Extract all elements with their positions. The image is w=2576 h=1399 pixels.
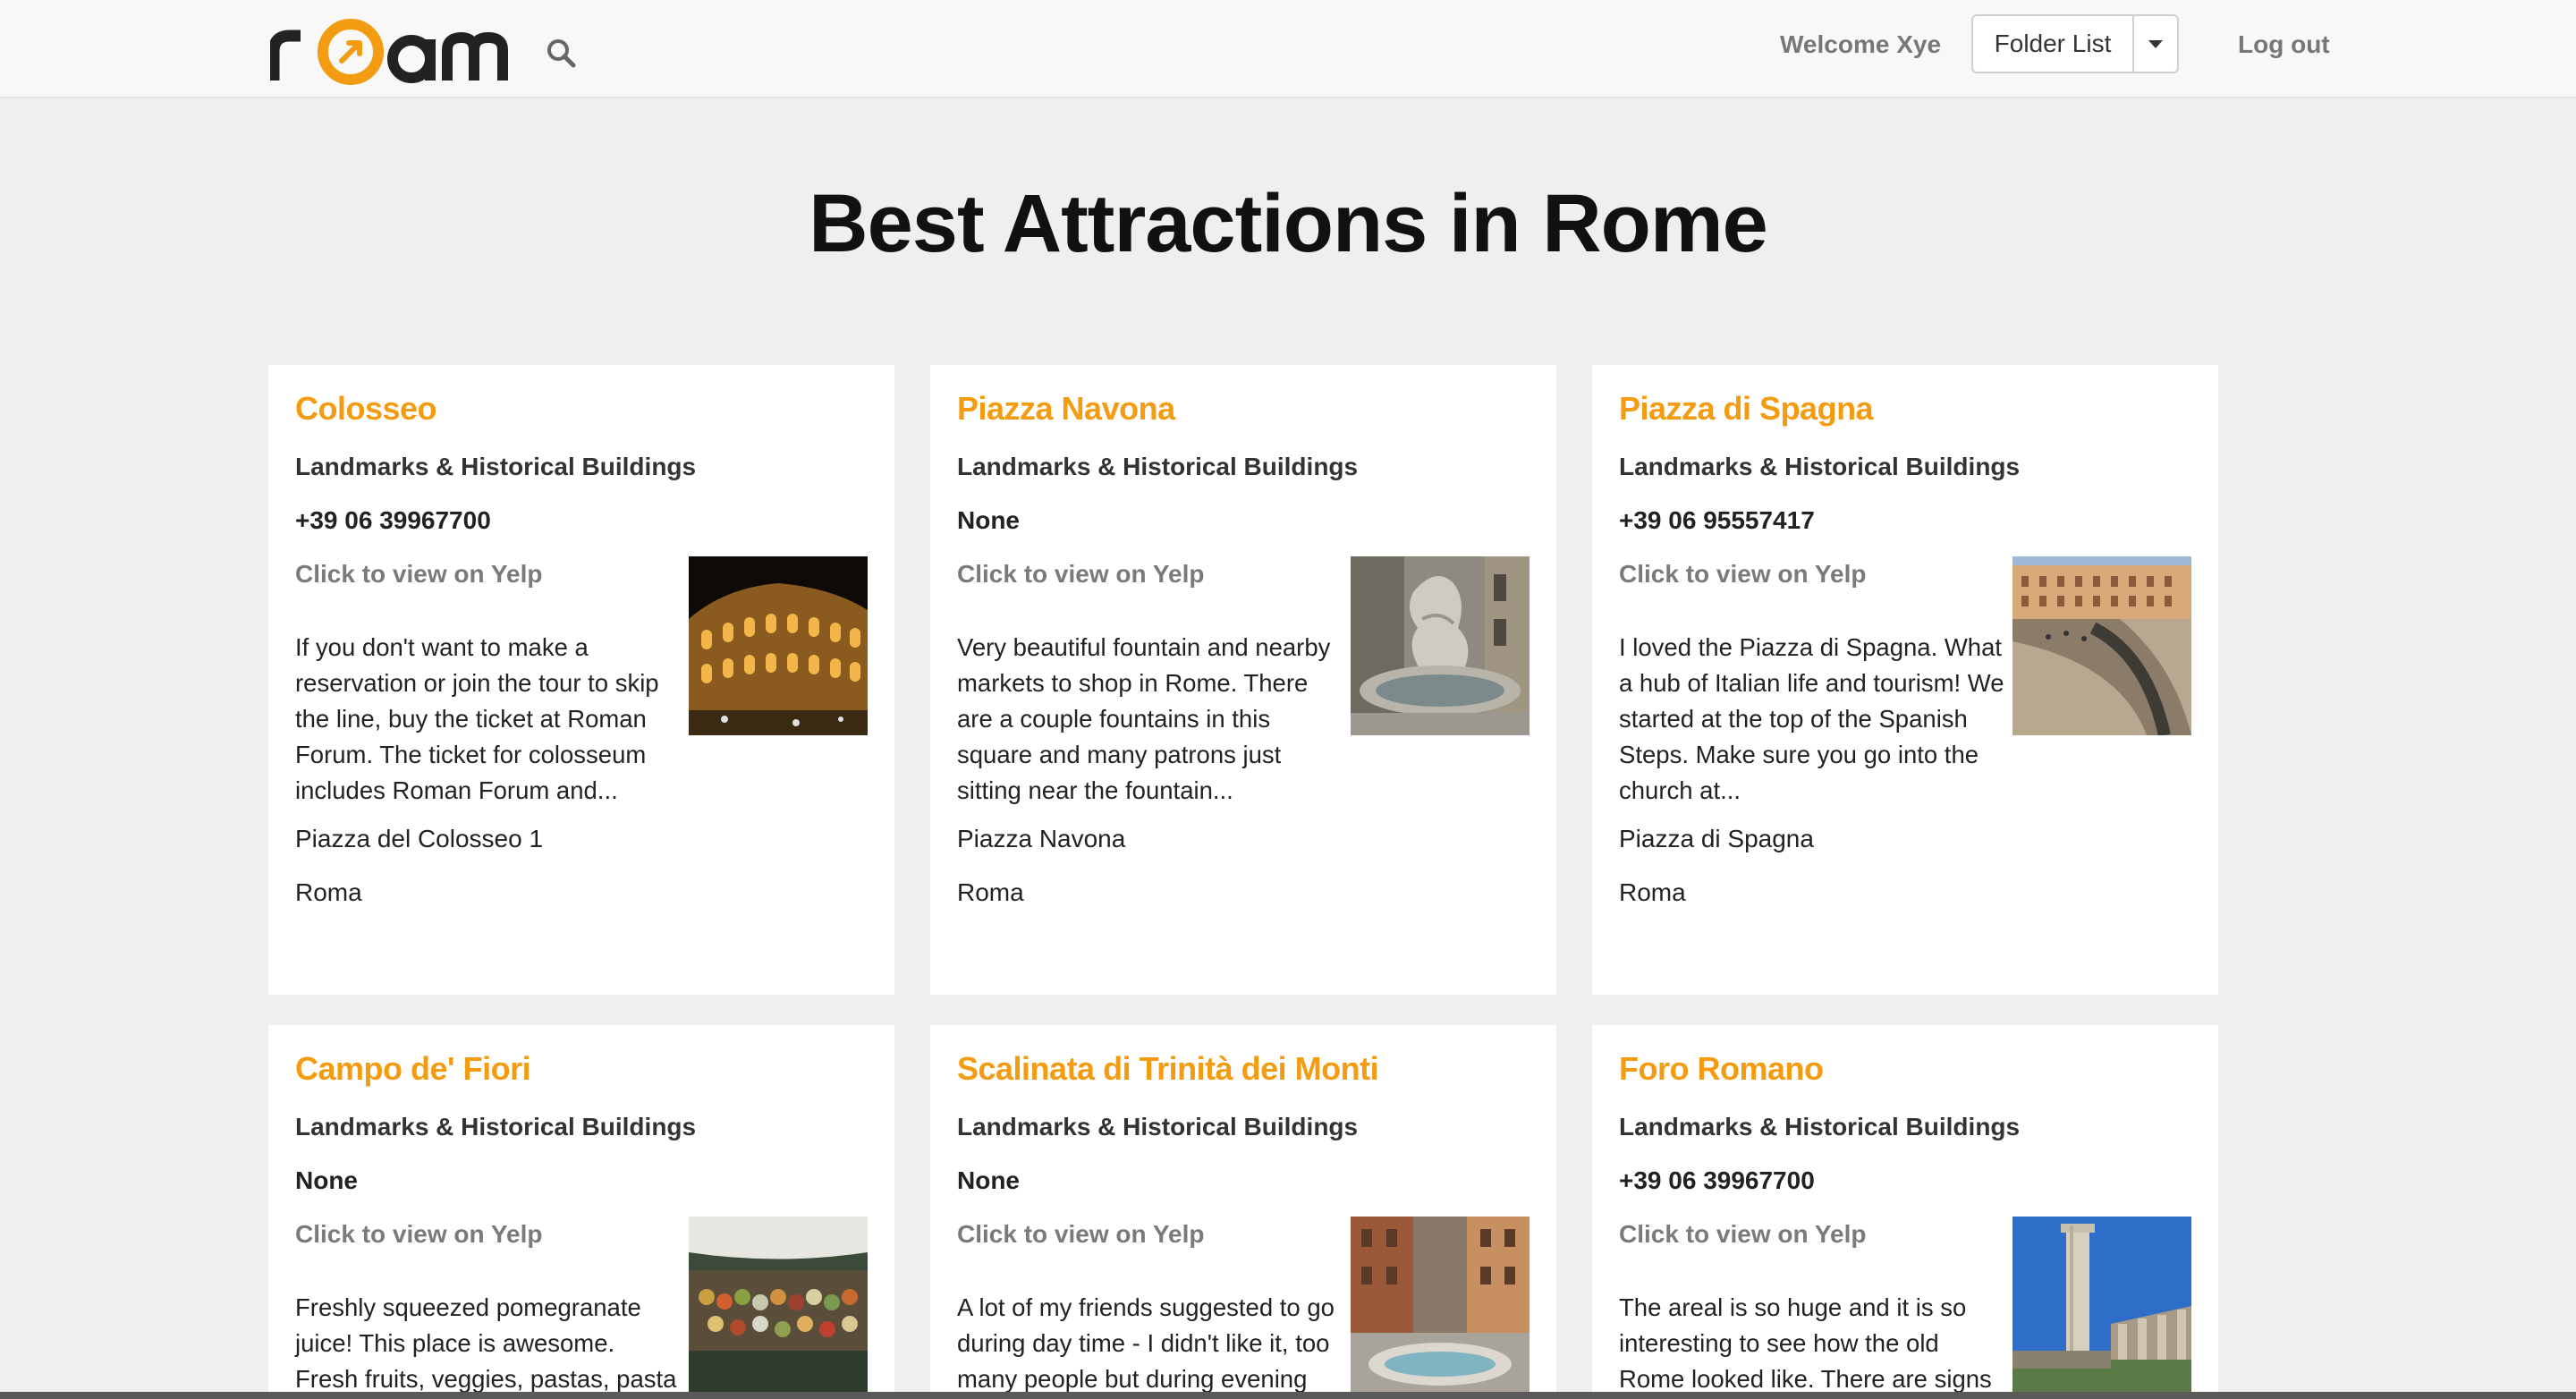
yelp-link[interactable]: Click to view on Yelp: [1619, 560, 1866, 589]
attraction-category: Landmarks & Historical Buildings: [1619, 453, 2021, 480]
attraction-city: Roma: [957, 878, 1024, 906]
ruins-column-photo[interactable]: [2012, 1217, 2191, 1392]
page-title: Best Attractions in Rome: [809, 178, 1768, 269]
attraction-name-link[interactable]: Foro Romano: [1619, 1050, 1824, 1088]
attraction-name-link[interactable]: Colosseo: [295, 390, 437, 428]
yelp-link[interactable]: Click to view on Yelp: [295, 1220, 542, 1249]
welcome-text: Welcome Xye: [1780, 30, 1942, 58]
yelp-link[interactable]: Click to view on Yelp: [295, 560, 542, 589]
attraction-card: Piazza Navona Landmarks & Historical Bui…: [930, 365, 1556, 995]
fountain-statue-photo[interactable]: [1351, 556, 1530, 735]
attraction-name-link[interactable]: Campo de' Fiori: [295, 1050, 531, 1088]
market-stall-photo[interactable]: [689, 1217, 868, 1392]
attraction-card: Piazza di Spagna Landmarks & Historical …: [1592, 365, 2218, 995]
attraction-category: Landmarks & Historical Buildings: [295, 453, 697, 480]
attraction-card: Foro Romano Landmarks & Historical Build…: [1592, 1025, 2218, 1392]
attraction-category: Landmarks & Historical Buildings: [957, 453, 1359, 480]
folder-list-button[interactable]: Folder List: [1973, 16, 2134, 72]
attraction-phone: +39 06 39967700: [295, 506, 491, 534]
attraction-phone: +39 06 39967700: [1619, 1166, 1815, 1194]
attraction-review: A lot of my friends suggested to go duri…: [957, 1293, 1335, 1392]
attraction-name-link[interactable]: Scalinata di Trinità dei Monti: [957, 1050, 1379, 1088]
attraction-card: Colosseo Landmarks & Historical Building…: [268, 365, 894, 995]
attraction-category: Landmarks & Historical Buildings: [295, 1113, 697, 1140]
attraction-city: Roma: [295, 878, 362, 906]
piazza-steps-photo[interactable]: [2012, 556, 2191, 735]
yelp-link[interactable]: Click to view on Yelp: [957, 1220, 1204, 1249]
attraction-phone: None: [957, 1166, 1020, 1194]
attraction-review: Freshly squeezed pomegranate juice! This…: [295, 1293, 677, 1392]
attraction-review: Very beautiful fountain and nearby marke…: [957, 633, 1331, 804]
attraction-review: The areal is so huge and it is so intere…: [1619, 1293, 1992, 1392]
attraction-review: If you don't want to make a reservation …: [295, 633, 659, 804]
logout-link[interactable]: Log out: [2238, 27, 2330, 63]
yelp-link[interactable]: Click to view on Yelp: [1619, 1220, 1866, 1249]
chevron-down-icon: [2148, 39, 2163, 48]
attraction-card: Campo de' Fiori Landmarks & Historical B…: [268, 1025, 894, 1392]
attraction-address: Piazza Navona: [957, 825, 1126, 852]
attraction-category: Landmarks & Historical Buildings: [1619, 1113, 2021, 1140]
attraction-category: Landmarks & Historical Buildings: [957, 1113, 1359, 1140]
window-bottom-edge: [0, 1392, 2576, 1399]
yelp-link[interactable]: Click to view on Yelp: [957, 560, 1204, 589]
attraction-address: Piazza di Spagna: [1619, 825, 1814, 852]
top-navbar: Welcome Xye Folder List Log out: [0, 0, 2576, 98]
attraction-phone: None: [957, 506, 1020, 534]
search-icon[interactable]: [544, 36, 580, 72]
square-fountain-photo[interactable]: [1351, 1217, 1530, 1392]
folder-list-dropdown[interactable]: Folder List: [1971, 14, 2179, 73]
attraction-name-link[interactable]: Piazza di Spagna: [1619, 390, 1874, 428]
attraction-city: Roma: [1619, 878, 1686, 906]
roam-logo[interactable]: [270, 13, 522, 86]
attraction-card: Scalinata di Trinità dei Monti Landmarks…: [930, 1025, 1556, 1392]
attraction-name-link[interactable]: Piazza Navona: [957, 390, 1175, 428]
folder-list-toggle[interactable]: [2134, 16, 2177, 72]
attraction-phone: +39 06 95557417: [1619, 506, 1815, 534]
attraction-review: I loved the Piazza di Spagna. What a hub…: [1619, 633, 2004, 804]
colosseum-photo[interactable]: [689, 556, 868, 735]
attraction-address: Piazza del Colosseo 1: [295, 825, 544, 852]
attraction-phone: None: [295, 1166, 358, 1194]
